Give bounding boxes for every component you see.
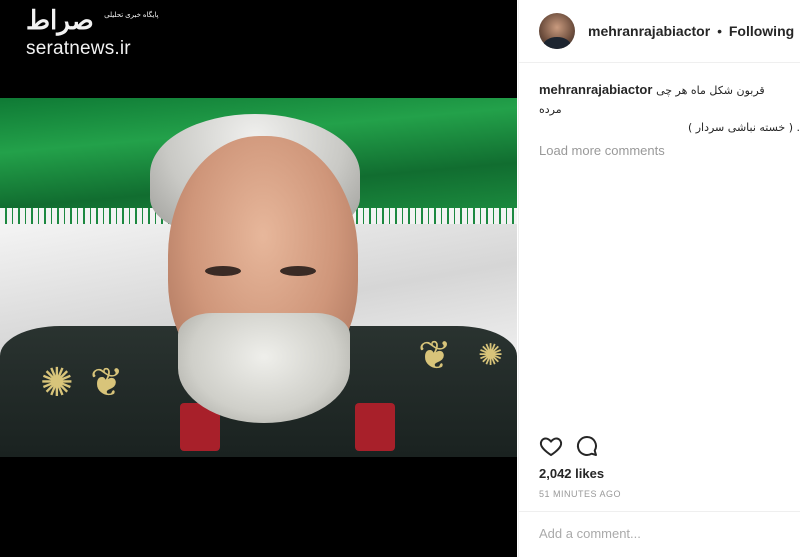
following-button[interactable]: Following bbox=[729, 23, 794, 39]
username-link[interactable]: mehranrajabiactor bbox=[588, 23, 710, 39]
caption: mehranrajabiactor قربون شکل ماه هر چی مر… bbox=[519, 63, 800, 119]
load-more-comments-link[interactable]: Load more comments bbox=[519, 137, 800, 158]
header-text: mehranrajabiactor • Following bbox=[588, 23, 794, 39]
post-header: mehranrajabiactor • Following bbox=[519, 0, 800, 63]
likes-count[interactable]: 2,042 likes bbox=[539, 466, 604, 481]
separator-dot: • bbox=[717, 23, 722, 39]
insignia-icon: ❦ bbox=[418, 333, 452, 379]
caption-username[interactable]: mehranrajabiactor bbox=[539, 82, 652, 97]
avatar[interactable] bbox=[539, 13, 575, 49]
watermark-tagline: پایگاه خبری تحلیلی bbox=[104, 12, 159, 19]
watermark: صراط پایگاه خبری تحلیلی seratnews.ir bbox=[26, 4, 159, 60]
heart-icon[interactable] bbox=[539, 434, 563, 463]
portrait-eye bbox=[205, 266, 241, 276]
post-media: صراط پایگاه خبری تحلیلی seratnews.ir ✺ ❦… bbox=[0, 0, 517, 557]
post-timestamp: 51 MINUTES AGO bbox=[539, 489, 622, 499]
watermark-site: seratnews.ir bbox=[26, 38, 131, 59]
post-sidebar: mehranrajabiactor • Following mehranraja… bbox=[518, 0, 800, 557]
insignia-icon: ❦ bbox=[90, 360, 124, 406]
post-actions bbox=[539, 434, 599, 463]
rank-emblem-icon: ✺ bbox=[40, 360, 74, 406]
watermark-logo: صراط bbox=[26, 6, 94, 36]
collar-patch bbox=[355, 403, 395, 451]
divider bbox=[519, 511, 800, 512]
comment-input[interactable] bbox=[539, 526, 789, 541]
caption-text-line2: . ( خسته نباشی سردار ) bbox=[687, 121, 800, 134]
comment-bubble-icon[interactable] bbox=[575, 434, 599, 463]
portrait-eye bbox=[280, 266, 316, 276]
portrait-beard bbox=[178, 313, 350, 423]
rank-emblem-icon: ✺ bbox=[478, 338, 504, 373]
post-photo: ✺ ❦ ❦ ✺ bbox=[0, 98, 517, 457]
